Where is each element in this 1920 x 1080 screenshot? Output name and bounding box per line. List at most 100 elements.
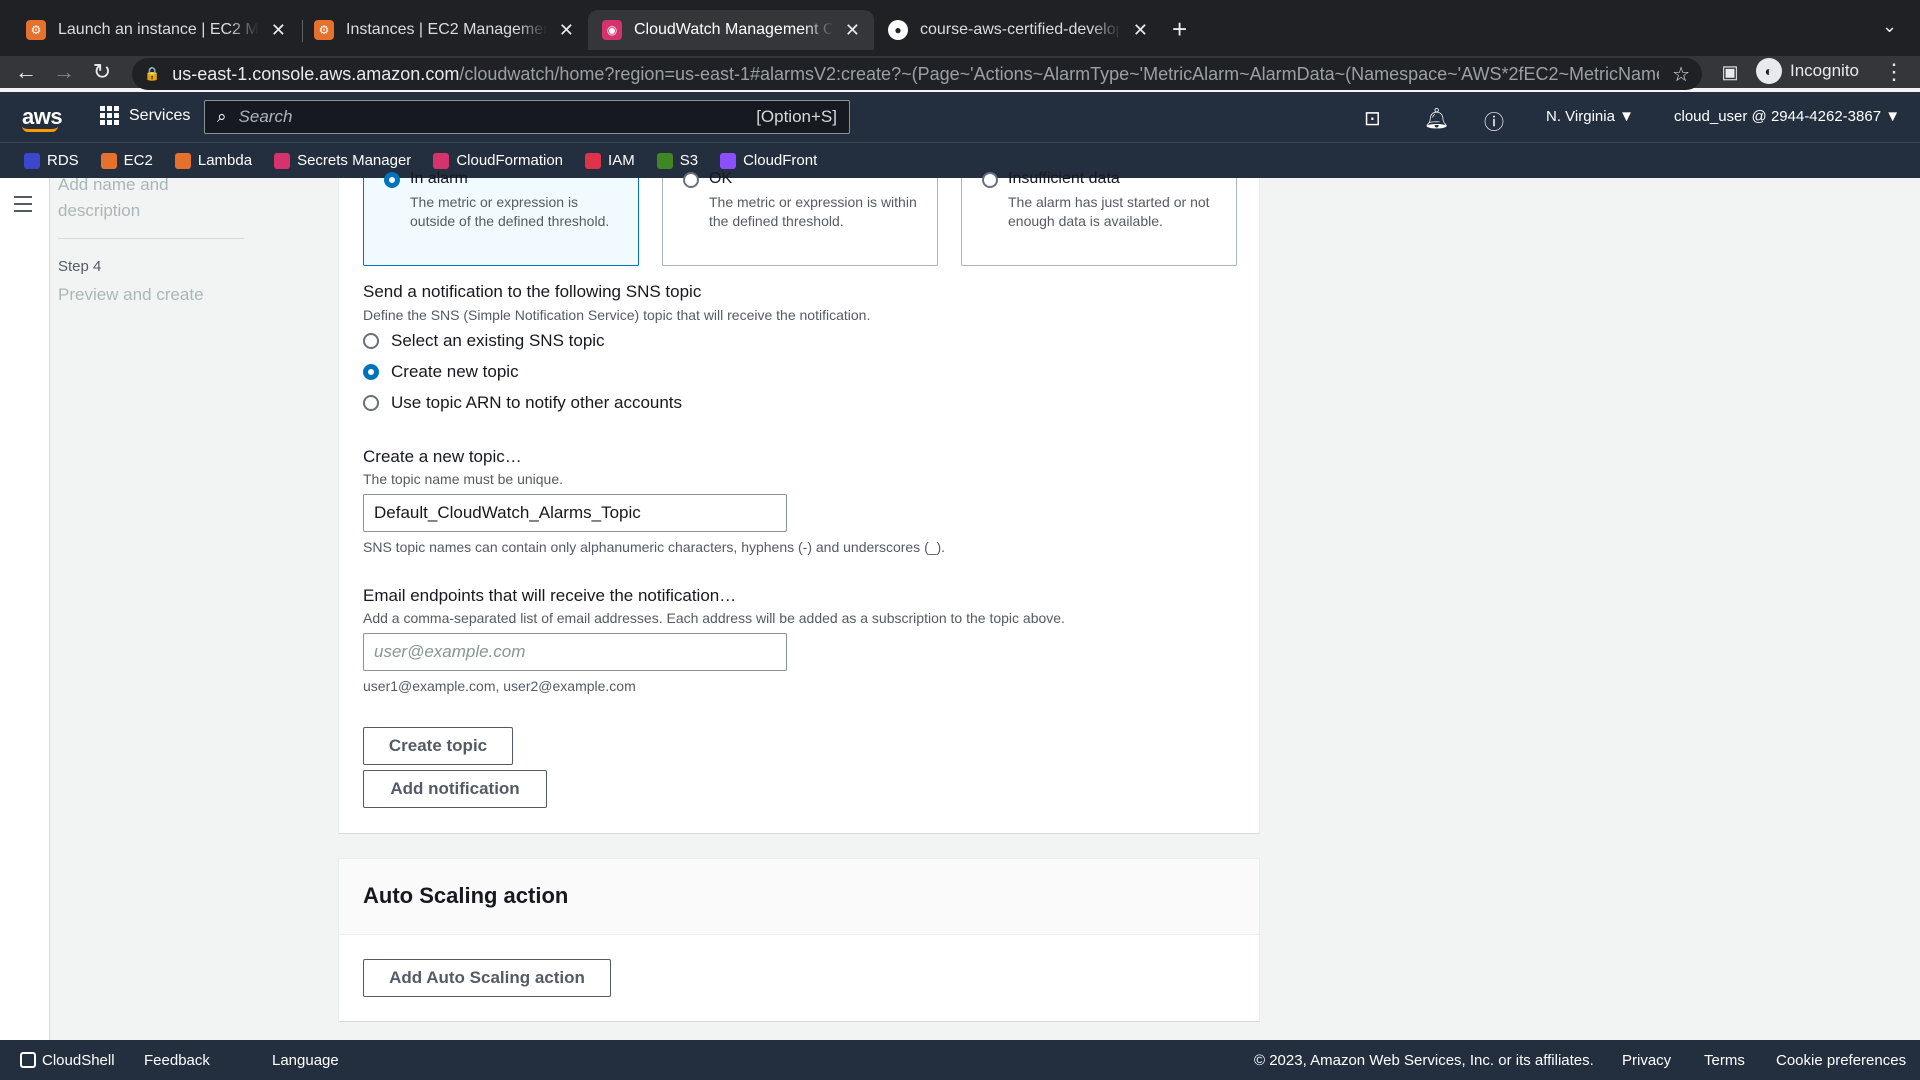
favorite-secrets-manager[interactable]: Secrets Manager	[274, 152, 411, 169]
steps-divider	[58, 238, 244, 239]
incognito-icon: ◐	[1756, 58, 1782, 84]
tile-title: In alarm	[410, 170, 468, 187]
browser-menu-icon[interactable]: ⋮	[1878, 56, 1910, 88]
option-select-existing-topic[interactable]: Select an existing SNS topic	[363, 331, 605, 351]
account-menu[interactable]: cloud_user @ 2944-4262-3867 ▼	[1674, 108, 1900, 125]
services-menu[interactable]: Services	[100, 106, 190, 125]
cloudshell-label: CloudShell	[42, 1052, 115, 1069]
rds-icon	[24, 152, 40, 169]
step-4-label[interactable]: Preview and create	[58, 282, 204, 308]
footer-language-link[interactable]: Language	[272, 1052, 339, 1069]
reload-icon[interactable]: ↻	[86, 56, 118, 88]
forward-arrow-icon[interactable]: →	[48, 56, 80, 88]
auto-scaling-title: Auto Scaling action	[339, 859, 1259, 935]
option-use-topic-arn[interactable]: Use topic ARN to notify other accounts	[363, 393, 682, 413]
services-label: Services	[129, 106, 191, 124]
close-icon[interactable]: ✕	[845, 20, 860, 41]
email-endpoints-input[interactable]: user@example.com	[363, 633, 787, 671]
aws-logo[interactable]: aws	[22, 104, 63, 132]
close-icon[interactable]: ✕	[271, 20, 286, 41]
github-icon: ●	[888, 20, 908, 40]
favorites-bar: RDS EC2 Lambda Secrets Manager CloudForm…	[0, 142, 1920, 178]
secrets-manager-icon	[274, 152, 291, 169]
bookmark-star-icon[interactable]: ☆	[1672, 62, 1690, 87]
favorite-iam[interactable]: IAM	[585, 152, 635, 169]
region-selector[interactable]: N. Virginia ▼	[1546, 108, 1634, 125]
menu-hamburger-icon[interactable]	[14, 196, 32, 217]
option-label: Select an existing SNS topic	[391, 331, 605, 350]
footer-terms-link[interactable]: Terms	[1704, 1052, 1745, 1069]
radio-ok[interactable]	[683, 172, 699, 188]
incognito-profile[interactable]: ◐ Incognito	[1756, 58, 1859, 84]
favorite-s3[interactable]: S3	[656, 152, 698, 169]
apps-grid-icon	[100, 106, 119, 125]
ec2-favicon-icon: ⚙	[314, 20, 334, 40]
step-3-label[interactable]: Add name and description	[58, 172, 188, 224]
favorite-label: Lambda	[197, 152, 253, 169]
side-navigation-rail	[0, 178, 50, 1040]
radio-in-alarm[interactable]	[384, 172, 400, 188]
tab-title: Launch an instance | EC2 Management Cons…	[58, 21, 259, 38]
create-topic-button[interactable]: Create topic	[363, 727, 513, 765]
footer-cookie-preferences-link[interactable]: Cookie preferences	[1776, 1052, 1906, 1069]
tab-launch-instance[interactable]: ⚙ Launch an instance | EC2 Management Co…	[12, 10, 300, 50]
notifications-bell-icon[interactable]: 🔔︎	[1424, 106, 1449, 131]
new-topic-help: The topic name must be unique.	[363, 471, 564, 487]
topic-name-constraint: SNS topic names can contain only alphanu…	[363, 539, 946, 555]
topic-name-input[interactable]: Default_CloudWatch_Alarms_Topic	[363, 494, 787, 532]
cloudshell-icon	[20, 1052, 36, 1068]
option-label: Use topic ARN to notify other accounts	[391, 393, 683, 412]
tab-title: course-aws-certified-developer	[920, 21, 1121, 38]
footer-copyright: © 2023, Amazon Web Services, Inc. or its…	[1254, 1052, 1594, 1069]
add-auto-scaling-action-button[interactable]: Add Auto Scaling action	[363, 959, 611, 997]
lambda-icon	[174, 152, 191, 169]
favorite-ec2[interactable]: EC2	[100, 152, 153, 169]
radio-existing-topic[interactable]	[363, 333, 379, 349]
tile-description: The metric or expression is within the d…	[709, 194, 917, 229]
tab-title: Instances | EC2 Management Console	[346, 21, 547, 38]
close-icon[interactable]: ✕	[559, 20, 574, 41]
favorite-cloudformation[interactable]: CloudFormation	[433, 152, 563, 169]
radio-insufficient-data[interactable]	[982, 172, 998, 188]
email-endpoints-help: Add a comma-separated list of email addr…	[363, 610, 1065, 626]
favorite-cloudfront[interactable]: CloudFront	[720, 152, 817, 169]
option-label: Create new topic	[391, 362, 519, 381]
favorite-label: RDS	[47, 152, 79, 169]
new-tab-button[interactable]: +	[1172, 14, 1187, 45]
help-icon[interactable]: ⓘ	[1484, 106, 1504, 135]
radio-topic-arn[interactable]	[363, 395, 379, 411]
tile-description: The metric or expression is outside of t…	[410, 194, 610, 229]
add-notification-button[interactable]: Add notification	[363, 770, 547, 808]
cloudshell-icon[interactable]: ⊡	[1364, 106, 1381, 131]
tab-cloudwatch[interactable]: ◉ CloudWatch Management Console ✕	[588, 10, 874, 50]
footer-feedback-link[interactable]: Feedback	[144, 1052, 210, 1069]
email-endpoints-example: user1@example.com, user2@example.com	[363, 678, 636, 694]
cloudfront-icon	[720, 152, 737, 169]
favorite-lambda[interactable]: Lambda	[174, 152, 253, 169]
ec2-icon	[100, 152, 117, 169]
tab-title: CloudWatch Management Console	[634, 21, 833, 38]
tab-instances[interactable]: ⚙ Instances | EC2 Management Console ✕	[300, 10, 588, 50]
favorite-label: EC2	[123, 152, 153, 169]
alarm-state-insufficient-data[interactable]: Insufficient data The alarm has just sta…	[961, 170, 1237, 266]
footer-privacy-link[interactable]: Privacy	[1622, 1052, 1671, 1069]
alarm-state-ok[interactable]: OK The metric or expression is within th…	[662, 170, 938, 266]
option-create-new-topic[interactable]: Create new topic	[363, 362, 519, 382]
iam-icon	[585, 152, 602, 169]
aws-search-input[interactable]: ⌕ Search [Option+S]	[204, 100, 850, 134]
profile-label: Incognito	[1790, 61, 1859, 80]
console-footer: CloudShell Feedback Language © 2023, Ama…	[0, 1040, 1920, 1080]
back-arrow-icon[interactable]: ←	[10, 56, 42, 88]
tab-search-chevron-icon[interactable]: ⌄	[1882, 16, 1897, 37]
radio-create-new-topic[interactable]	[363, 364, 379, 380]
address-bar[interactable]: 🔒 us-east-1.console.aws.amazon.com /clou…	[132, 58, 1702, 90]
favorite-rds[interactable]: RDS	[24, 152, 79, 169]
cloudwatch-favicon-icon: ◉	[602, 20, 622, 40]
tab-github-course[interactable]: ● course-aws-certified-developer ✕	[874, 10, 1162, 50]
close-icon[interactable]: ✕	[1133, 20, 1148, 41]
alarm-state-in-alarm[interactable]: In alarm The metric or expression is out…	[363, 170, 639, 266]
footer-cloudshell[interactable]: CloudShell	[20, 1052, 115, 1069]
side-panel-icon[interactable]: ▣	[1714, 56, 1746, 88]
tile-description: The alarm has just started or not enough…	[1008, 194, 1210, 229]
search-icon: ⌕	[217, 107, 227, 126]
